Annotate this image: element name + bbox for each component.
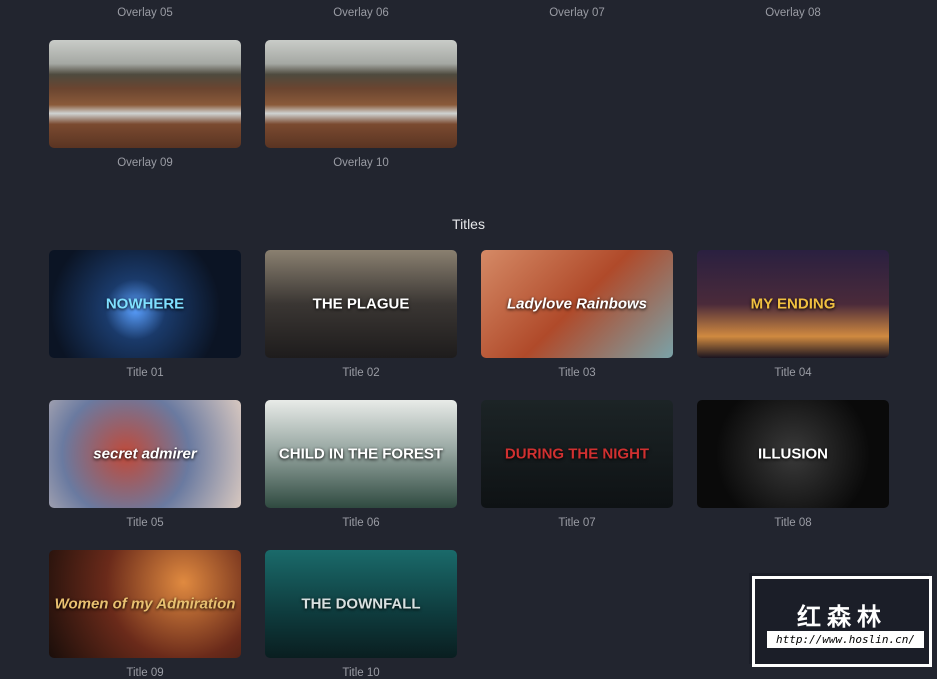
poster-title: DURING THE NIGHT (504, 445, 650, 463)
title-thumbnail[interactable]: DURING THE NIGHT (481, 400, 673, 508)
poster-title: THE PLAGUE (312, 295, 410, 313)
title-thumbnail[interactable]: NOWHERE (49, 250, 241, 358)
watermark-url: http://www.hoslin.cn/ (767, 631, 924, 648)
title-thumbnail[interactable]: MY ENDING (697, 250, 889, 358)
poster-title: NOWHERE (105, 295, 185, 313)
title-thumbnail[interactable]: secret admirer (49, 400, 241, 508)
poster-title: MY ENDING (750, 295, 836, 313)
title-thumbnail[interactable]: Women of my Admiration (49, 550, 241, 658)
title-label: Title 06 (342, 517, 380, 529)
poster-title: Women of my Admiration (54, 595, 236, 613)
title-thumbnail[interactable]: Ladylove Rainbows (481, 250, 673, 358)
overlay-label: Overlay 10 (333, 157, 389, 169)
title-thumbnail[interactable]: THE DOWNFALL (265, 550, 457, 658)
overlay-thumbnail[interactable] (49, 40, 241, 148)
title-label: Title 05 (126, 517, 164, 529)
title-thumbnail[interactable]: ILLUSION (697, 400, 889, 508)
overlay-thumbnail[interactable] (265, 40, 457, 148)
title-label: Title 02 (342, 367, 380, 379)
title-label: Title 01 (126, 367, 164, 379)
overlay-label: Overlay 08 (765, 7, 821, 19)
title-label: Title 07 (558, 517, 596, 529)
overlay-label: Overlay 05 (117, 7, 173, 19)
title-label: Title 03 (558, 367, 596, 379)
poster-title: Ladylove Rainbows (506, 295, 648, 313)
overlay-label: Overlay 07 (549, 7, 605, 19)
poster-title: THE DOWNFALL (301, 595, 421, 613)
poster-title: CHILD IN THE FOREST (278, 445, 444, 463)
title-label: Title 08 (774, 517, 812, 529)
poster-title: secret admirer (93, 445, 197, 463)
title-thumbnail[interactable]: THE PLAGUE (265, 250, 457, 358)
section-heading-titles: Titles (452, 216, 485, 232)
title-thumbnail[interactable]: CHILD IN THE FOREST (265, 400, 457, 508)
poster-title: ILLUSION (758, 445, 828, 463)
overlay-label: Overlay 09 (117, 157, 173, 169)
overlay-label: Overlay 06 (333, 7, 389, 19)
watermark: 红森林 http://www.hoslin.cn/ (752, 576, 932, 667)
watermark-text: 红森林 (797, 604, 887, 631)
title-label: Title 09 (126, 667, 164, 679)
title-label: Title 04 (774, 367, 812, 379)
title-label: Title 10 (342, 667, 380, 679)
